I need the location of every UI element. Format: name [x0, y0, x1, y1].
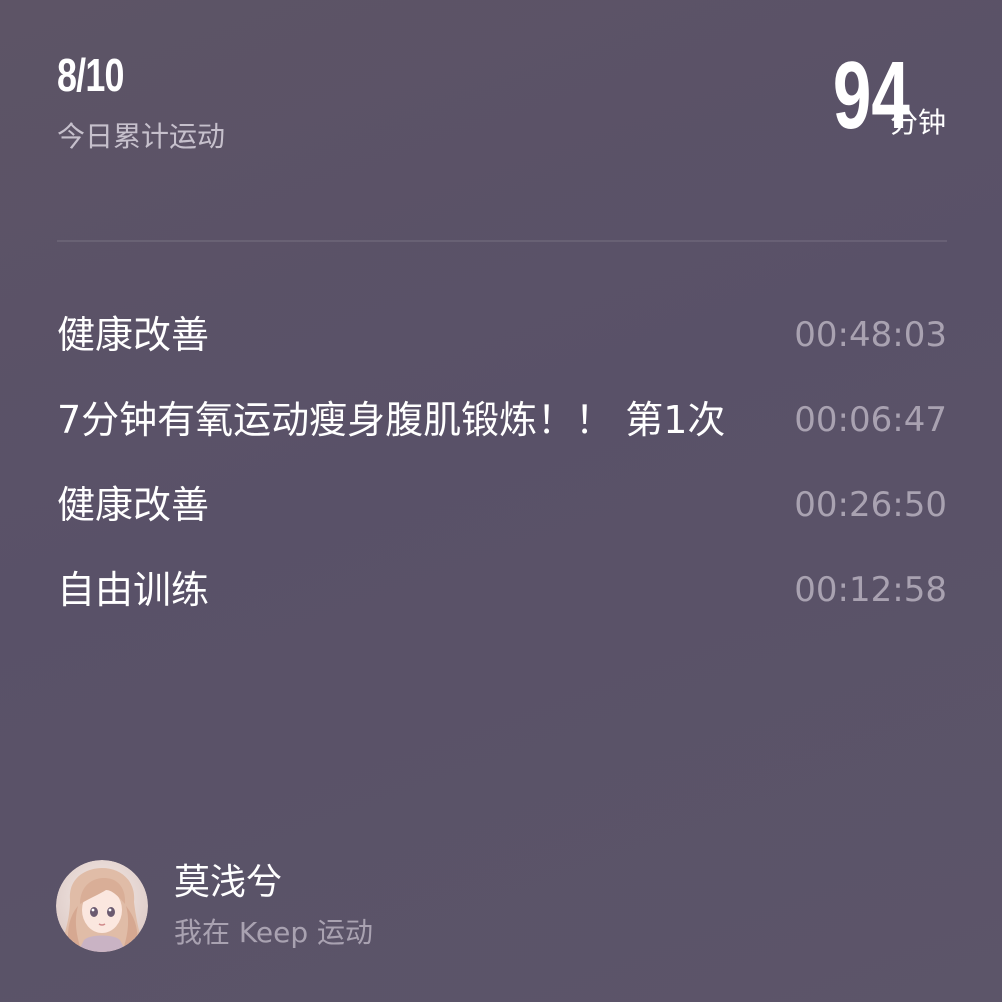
total-minutes-value: 94: [833, 42, 910, 149]
activity-duration: 00:26:50: [794, 485, 947, 525]
user-profile[interactable]: 莫浅兮 我在 Keep 运动: [56, 860, 474, 952]
activity-list: 健康改善 00:48:03 7分钟有氧运动瘦身腹肌锻炼！！ 第1次 00:06:…: [57, 300, 947, 640]
daily-total-caption: 今日累计运动: [57, 120, 226, 153]
user-info: 莫浅兮 我在 Keep 运动: [174, 860, 474, 952]
activity-name: 健康改善: [57, 483, 210, 527]
activity-name: 健康改善: [57, 313, 210, 357]
activity-item[interactable]: 7分钟有氧运动瘦身腹肌锻炼！！ 第1次 00:06:47: [57, 385, 947, 470]
date-label: 8/10: [57, 49, 124, 101]
user-tagline: 我在 Keep 运动: [174, 916, 373, 949]
activity-item[interactable]: 健康改善 00:48:03: [57, 300, 947, 385]
activity-name: 7分钟有氧运动瘦身腹肌锻炼！！ 第1次: [57, 398, 726, 442]
activity-name: 自由训练: [57, 568, 210, 612]
username: 莫浅兮: [174, 862, 283, 903]
exercise-summary-card: 8/10 今日累计运动 94 分钟 健康改善 00:48:03 7分钟有氧运动瘦…: [0, 0, 1002, 1002]
avatar-portrait-icon: [56, 860, 148, 952]
activity-duration: 00:48:03: [794, 315, 947, 355]
activity-item[interactable]: 健康改善 00:26:50: [57, 470, 947, 555]
activity-item[interactable]: 自由训练 00:12:58: [57, 555, 947, 640]
activity-duration: 00:06:47: [794, 400, 947, 440]
activity-duration: 00:12:58: [794, 570, 947, 610]
header-divider: [57, 240, 947, 242]
avatar[interactable]: [56, 860, 148, 952]
total-duration: 94 分钟: [803, 42, 946, 149]
